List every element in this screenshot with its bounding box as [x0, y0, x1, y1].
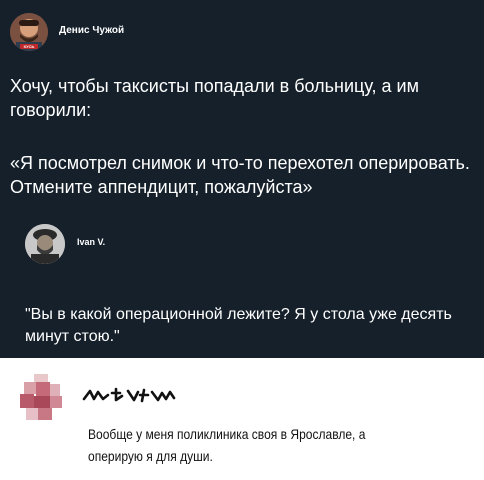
comment-text: Вообще у меня поликлиника своя в Ярослав… [88, 426, 366, 464]
avatar-portrait-icon: КУСЬ [10, 13, 48, 51]
avatar-portrait-icon [25, 224, 65, 264]
tweet-quote-text: «Я посмотрел снимок и что-то перехотел о… [10, 153, 470, 197]
avatar-caption: КУСЬ [24, 44, 35, 49]
commenter-avatar[interactable] [20, 374, 66, 420]
dark-tweet-card: КУСЬ Денис Чужой Хочу, чтобы таксисты по… [0, 0, 484, 358]
reply-author-avatar[interactable] [25, 224, 65, 264]
author-name[interactable]: Денис Чужой [59, 25, 124, 36]
tweet-text: Хочу, чтобы таксисты попадали в больницу… [10, 76, 419, 120]
author-avatar[interactable]: КУСЬ [10, 13, 48, 51]
reply-author-name[interactable]: Ivan V. [77, 237, 105, 247]
reply-text: "Вы в какой операционной лежите? Я у сто… [25, 306, 452, 345]
redacted-name-scribble-icon [82, 387, 176, 403]
pixelated-avatar-icon [20, 374, 66, 420]
